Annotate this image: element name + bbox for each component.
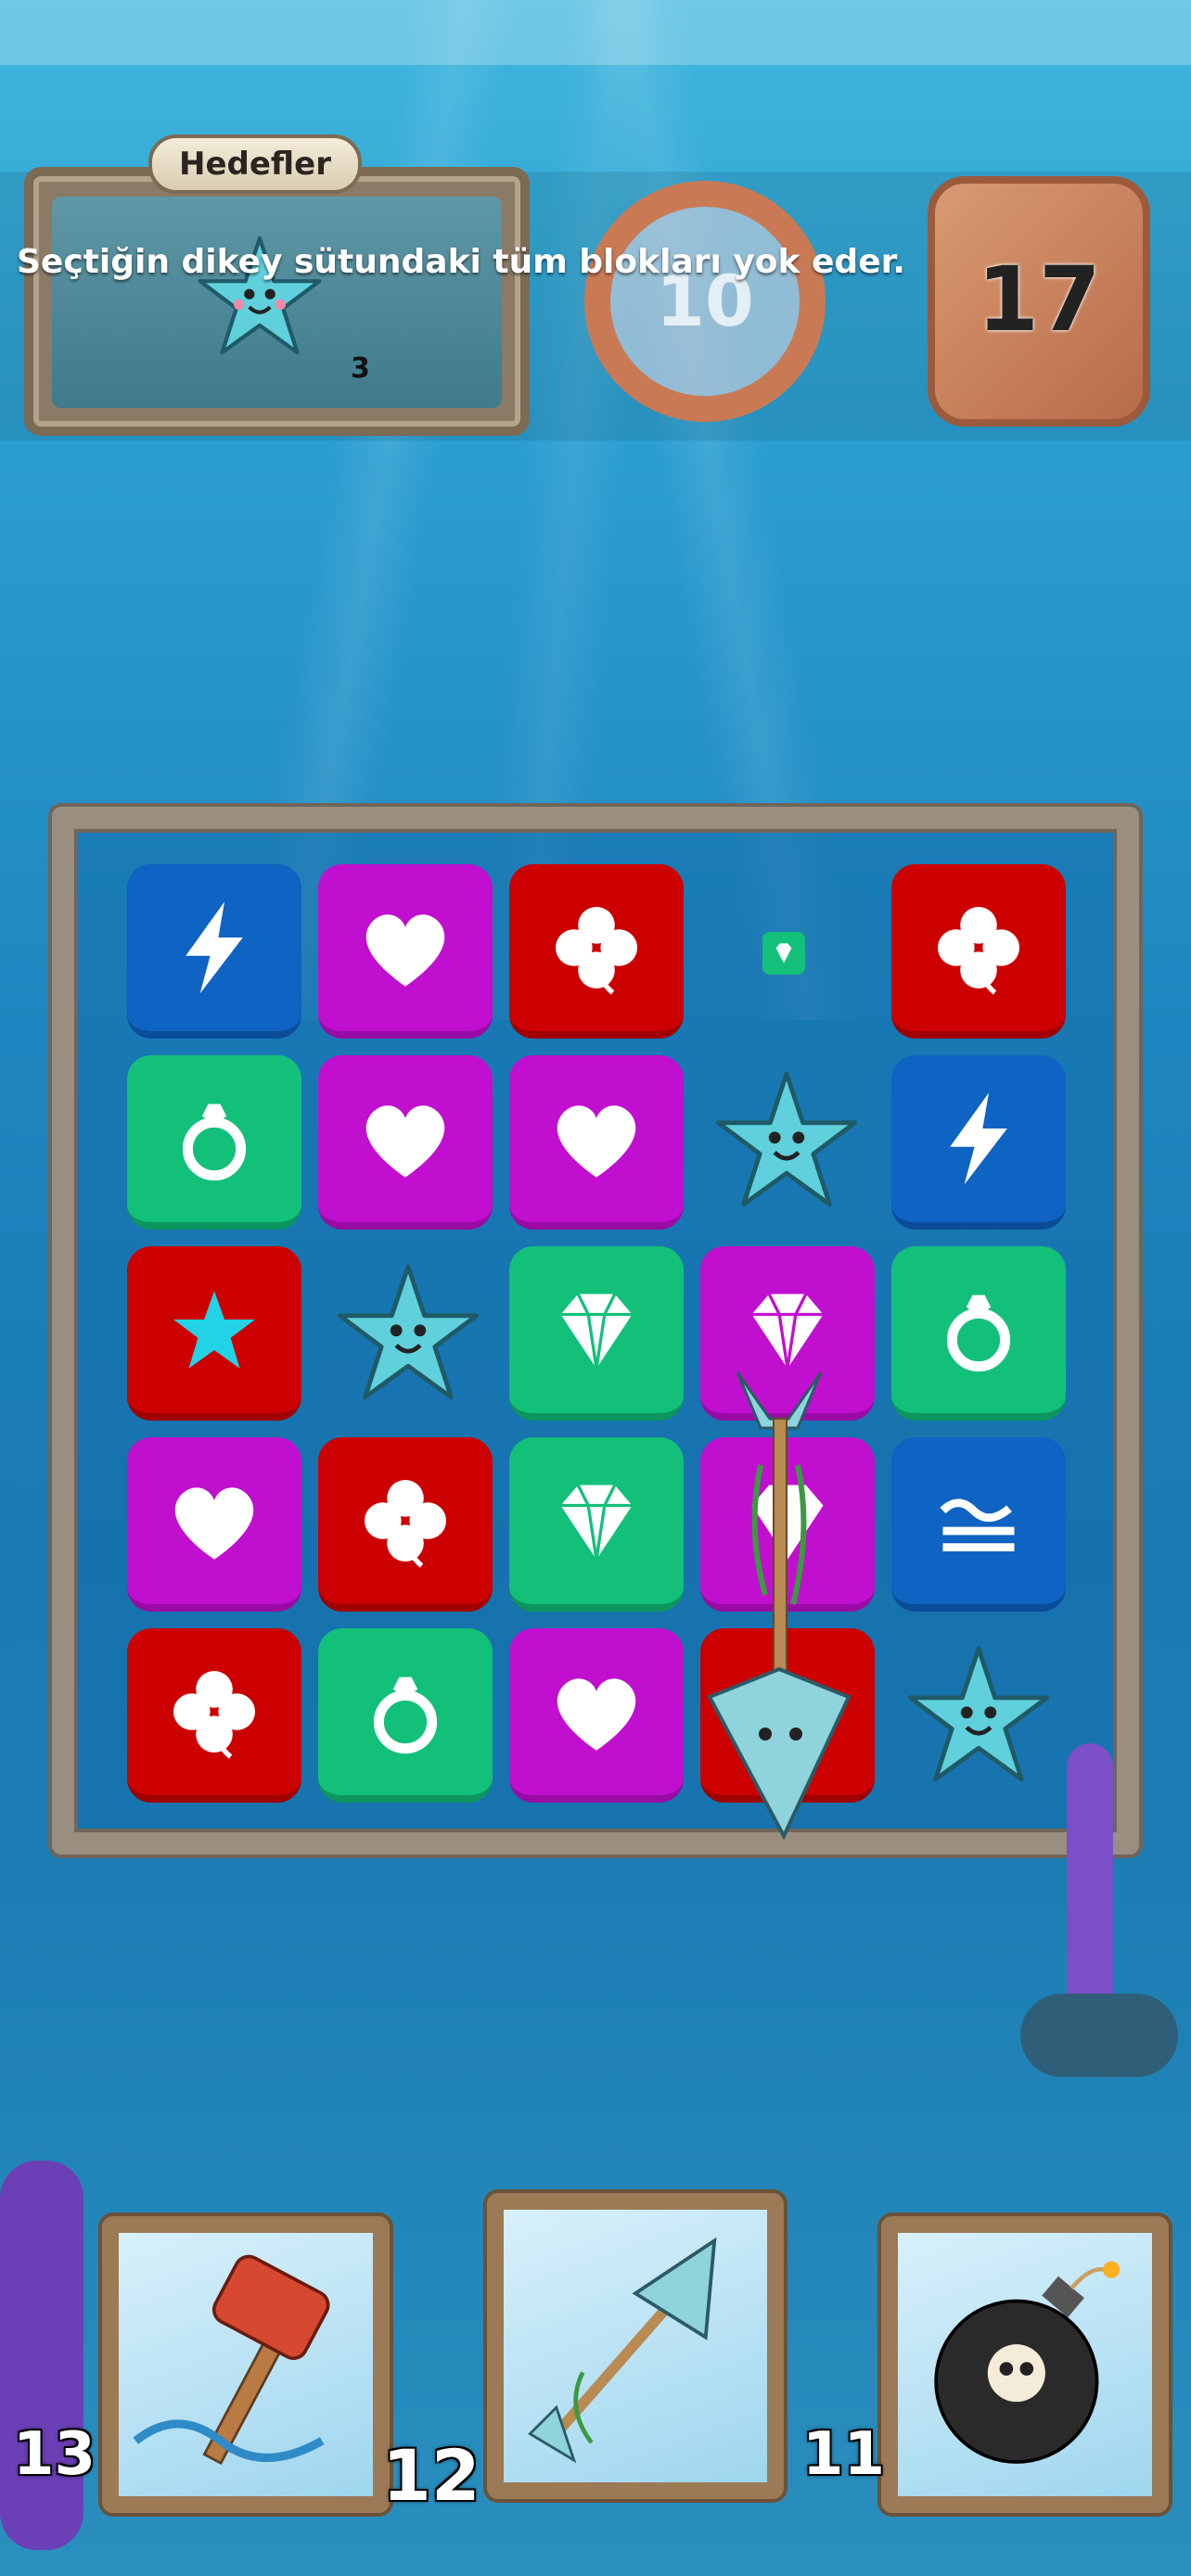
ring-icon xyxy=(946,1294,1011,1372)
powerup-hammer[interactable] xyxy=(102,2216,390,2513)
powerup-trident[interactable] xyxy=(487,2193,784,2499)
tile-green-ring[interactable] xyxy=(891,1246,1066,1421)
goals-title: Hedefler xyxy=(148,134,362,194)
tile-red-clover[interactable] xyxy=(127,1628,301,1803)
hammer-icon xyxy=(133,2254,330,2466)
tile-blue-lightning[interactable] xyxy=(127,864,301,1039)
tile-green-diamond[interactable] xyxy=(509,1246,684,1421)
tile-purple-heart[interactable] xyxy=(127,1437,301,1612)
tile-purple-heart[interactable] xyxy=(318,864,493,1039)
heart-icon xyxy=(557,1678,636,1751)
clover-icon xyxy=(556,907,637,995)
clover-icon xyxy=(173,1671,255,1759)
score-box: 17 xyxy=(928,176,1150,427)
bomb-icon xyxy=(934,2261,1121,2464)
hammer-count: 13 xyxy=(13,2420,96,2489)
heart-icon xyxy=(174,1487,254,1560)
tile-green-ring[interactable] xyxy=(127,1055,301,1230)
clover-icon xyxy=(365,1480,446,1568)
tile-red-star[interactable] xyxy=(127,1246,301,1421)
trident-icon xyxy=(528,2237,717,2464)
starfish-icon[interactable] xyxy=(329,1259,487,1408)
rock-decoration xyxy=(1020,1994,1178,2077)
diamond-icon xyxy=(560,1293,633,1370)
tile-green-ring[interactable] xyxy=(318,1628,493,1803)
starfish-icon[interactable] xyxy=(900,1641,1057,1790)
tile-blue-wave[interactable] xyxy=(891,1437,1066,1612)
tool-tooltip: Seçtiğin dikey sütundaki tüm blokları yo… xyxy=(17,243,905,281)
tile-blue-lightning[interactable] xyxy=(891,1055,1066,1230)
ring-icon xyxy=(373,1677,438,1754)
moves-frame: 10 xyxy=(566,162,844,440)
moves-counter: 10 xyxy=(656,260,754,342)
star-icon xyxy=(173,1291,255,1369)
heart-icon xyxy=(557,1105,636,1178)
lightning-icon xyxy=(950,1092,1007,1185)
tile-green-diamond[interactable] xyxy=(509,1437,684,1612)
goal-count: 3 xyxy=(351,352,370,385)
lightning-icon xyxy=(186,901,243,994)
trident-icon xyxy=(707,1371,852,1841)
tile-purple-heart[interactable] xyxy=(509,1628,684,1803)
status-bar xyxy=(0,0,1191,65)
powerup-bomb[interactable] xyxy=(881,2216,1169,2513)
clover-icon xyxy=(938,907,1019,995)
tile-red-clover[interactable] xyxy=(318,1437,493,1612)
trident-count: 12 xyxy=(382,2434,480,2517)
tile-red-clover[interactable] xyxy=(891,864,1066,1039)
heart-icon xyxy=(365,1105,445,1178)
tile-purple-heart[interactable] xyxy=(509,1055,684,1230)
wave-icon xyxy=(940,1498,1015,1551)
coral-decoration xyxy=(0,2161,83,2550)
bomb-count: 11 xyxy=(802,2420,886,2489)
ring-icon xyxy=(182,1103,247,1181)
score-value: 17 xyxy=(977,248,1101,351)
diamond-icon xyxy=(560,1484,633,1561)
starfish-icon[interactable] xyxy=(708,1066,865,1215)
heart-icon xyxy=(365,914,445,987)
mini-diamond-icon xyxy=(762,932,805,975)
tile-purple-heart[interactable] xyxy=(318,1055,493,1230)
tile-red-clover[interactable] xyxy=(509,864,684,1039)
